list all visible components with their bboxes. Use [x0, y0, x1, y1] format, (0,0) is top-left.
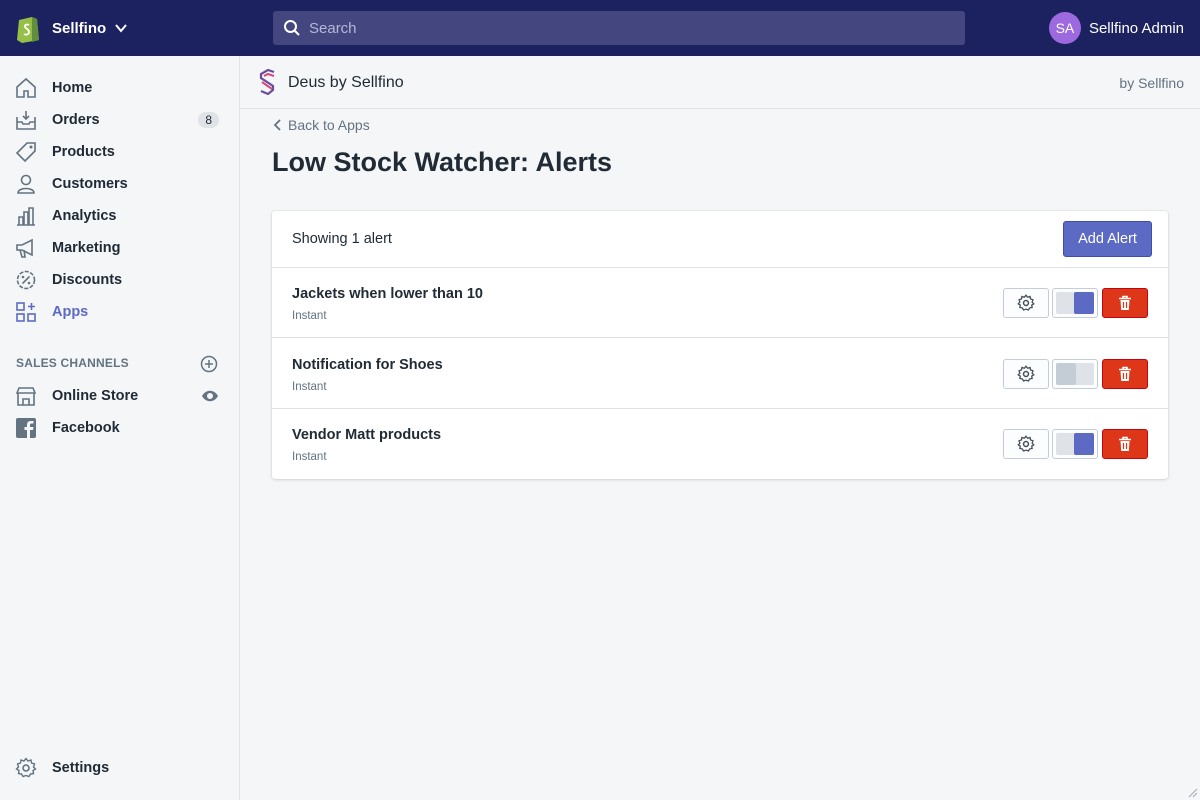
sidebar-item-analytics[interactable]: Analytics — [0, 200, 239, 232]
alert-name: Notification for Shoes — [292, 357, 443, 373]
alerts-count: Showing 1 alert — [292, 231, 392, 247]
alert-row: Notification for Shoes Instant — [272, 339, 1168, 409]
alerts-card: Showing 1 alert Add Alert Jackets when l… — [272, 211, 1168, 479]
toggle-knob — [1074, 292, 1094, 314]
top-bar: Sellfino SA Sellfino Admin — [0, 0, 1200, 56]
facebook-icon — [16, 418, 36, 438]
add-sales-channel-icon[interactable] — [200, 355, 218, 373]
alerts-card-header: Showing 1 alert Add Alert — [272, 211, 1168, 268]
chevron-down-icon — [115, 24, 127, 33]
toggle-knob — [1074, 433, 1094, 455]
sidebar-item-apps[interactable]: Apps — [0, 296, 239, 328]
app-name: Deus by Sellfino — [288, 74, 404, 91]
apps-icon — [16, 302, 36, 322]
discount-icon — [16, 270, 36, 290]
search-input[interactable] — [309, 19, 949, 37]
analytics-icon — [17, 207, 35, 226]
tag-icon — [15, 142, 36, 163]
gear-icon — [1017, 294, 1035, 311]
alert-enable-toggle[interactable] — [1052, 288, 1098, 318]
alert-enable-toggle[interactable] — [1052, 359, 1098, 389]
sidebar-item-label: Apps — [52, 304, 89, 320]
alert-delete-button[interactable] — [1102, 429, 1148, 459]
trash-icon — [1119, 295, 1131, 310]
alert-type: Instant — [292, 451, 327, 463]
shopify-logo-icon — [17, 17, 39, 43]
search-bar — [273, 11, 965, 45]
gear-icon — [1017, 365, 1035, 382]
alert-row: Jackets when lower than 10 Instant — [272, 268, 1168, 338]
sidebar-item-discounts[interactable]: Discounts — [0, 264, 239, 296]
sidebar-item-facebook[interactable]: Facebook — [0, 412, 239, 444]
sidebar-item-online-store[interactable]: Online Store — [0, 380, 239, 412]
sellfino-logo-icon — [259, 69, 275, 95]
customer-icon — [17, 174, 35, 194]
store-name: Sellfino — [52, 19, 107, 37]
eye-icon[interactable] — [201, 388, 219, 404]
sidebar-item-home[interactable]: Home — [0, 72, 239, 104]
alert-settings-button[interactable] — [1003, 429, 1049, 459]
sidebar-item-marketing[interactable]: Marketing — [0, 232, 239, 264]
user-menu[interactable]: SA Sellfino Admin — [1048, 12, 1184, 44]
alert-type: Instant — [292, 310, 327, 322]
back-to-apps-link[interactable]: Back to Apps — [272, 117, 370, 133]
sidebar-item-customers[interactable]: Customers — [0, 168, 239, 200]
resize-grip-icon[interactable] — [1186, 786, 1198, 798]
sidebar-item-label: Products — [52, 144, 115, 160]
alert-settings-button[interactable] — [1003, 359, 1049, 389]
page-title: Low Stock Watcher: Alerts — [272, 147, 613, 177]
sidebar-item-label: Home — [52, 80, 93, 96]
sales-channels-heading: SALES CHANNELS — [16, 356, 129, 370]
trash-icon — [1119, 436, 1131, 451]
app-header: Deus by Sellfino by Sellfino — [240, 56, 1200, 109]
sidebar-item-orders[interactable]: Orders 8 — [0, 104, 239, 136]
alert-row: Vendor Matt products Instant — [272, 409, 1168, 479]
app-developer: by Sellfino — [1119, 75, 1184, 91]
sidebar-item-label: Facebook — [52, 420, 120, 436]
back-link-label: Back to Apps — [288, 117, 370, 133]
alert-type: Instant — [292, 381, 327, 393]
store-switcher[interactable]: Sellfino — [16, 12, 128, 44]
sidebar-item-label: Discounts — [52, 272, 123, 288]
sidebar-item-label: Customers — [52, 176, 128, 192]
alert-name: Jackets when lower than 10 — [292, 286, 483, 302]
alert-enable-toggle[interactable] — [1052, 429, 1098, 459]
alert-delete-button[interactable] — [1102, 288, 1148, 318]
megaphone-icon — [16, 238, 33, 258]
search-icon — [284, 20, 300, 36]
sidebar-item-products[interactable]: Products — [0, 136, 239, 168]
sidebar-item-settings[interactable]: Settings — [0, 752, 239, 784]
sidebar-item-label: Settings — [52, 760, 110, 776]
sidebar: Home Orders 8 Products Customers Analyti… — [0, 56, 240, 800]
trash-icon — [1119, 366, 1131, 381]
gear-icon — [1017, 435, 1035, 452]
sidebar-item-label: Orders — [52, 112, 100, 128]
alert-settings-button[interactable] — [1003, 288, 1049, 318]
home-icon — [16, 77, 36, 98]
sidebar-item-label: Marketing — [52, 240, 121, 256]
user-name: Sellfino Admin — [1088, 19, 1184, 37]
orders-count-badge: 8 — [198, 112, 219, 128]
sidebar-item-label: Analytics — [52, 208, 117, 224]
avatar: SA — [1048, 12, 1081, 44]
store-icon — [15, 387, 37, 406]
main-content: Deus by Sellfino by Sellfino Back to App… — [240, 56, 1200, 800]
chevron-left-icon — [273, 119, 281, 131]
alert-delete-button[interactable] — [1102, 359, 1148, 389]
toggle-knob — [1056, 363, 1076, 385]
add-alert-button[interactable]: Add Alert — [1063, 221, 1152, 257]
gear-icon — [15, 757, 37, 778]
alert-name: Vendor Matt products — [292, 427, 442, 443]
orders-icon — [16, 111, 36, 130]
sidebar-item-label: Online Store — [52, 388, 139, 404]
